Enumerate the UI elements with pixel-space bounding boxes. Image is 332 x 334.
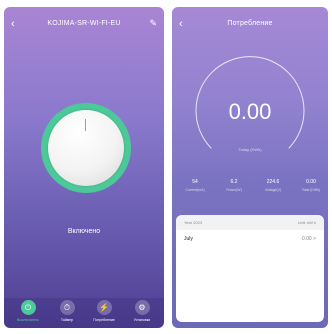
knob-indicator (85, 119, 86, 131)
stat-value: 224.6 (266, 179, 280, 185)
pencil-icon[interactable]: ✎ (149, 18, 157, 29)
today-value: 0.00 (228, 99, 272, 124)
consumption-screen: ‹ Потребление 0.00 Today (KWh) 54 Curren… (172, 7, 328, 328)
month-name: July (184, 236, 193, 242)
page-title: Потребление (227, 20, 273, 27)
nav-label: Установки (133, 318, 151, 322)
nav-item-timer[interactable]: ⏱ Таймер (47, 300, 87, 322)
stat-label: Voltage(V) (264, 188, 282, 192)
nav-label: Потребление (93, 318, 115, 322)
nav-label: Таймер (60, 318, 74, 322)
stat-label: Power(W) (226, 188, 242, 192)
nav-item-consumption[interactable]: ⚡ Потребление (84, 300, 124, 322)
stat-power: 6.2 Power(W) (219, 179, 249, 192)
stat-label: Total (KWh) (301, 188, 321, 192)
today-label: Today (KWh) (238, 147, 262, 152)
month-value: 0.00 > (301, 236, 316, 242)
stat-total: 0.00 Total (KWh) (296, 179, 326, 192)
year-label: Year 2023 (184, 220, 203, 225)
timer-icon: ⏱ (59, 300, 75, 315)
device-title: KOJIMA-SR-WI-FI-EU (47, 20, 121, 27)
stat-value: 54 (192, 179, 198, 185)
stat-voltage: 224.6 Voltage(V) (258, 179, 288, 192)
settings-icon: ⚙ (134, 300, 150, 315)
stat-current: 54 Current(mA) (180, 179, 210, 192)
power-knob[interactable] (48, 110, 124, 186)
stat-value: 0.00 (306, 179, 316, 185)
device-control-screen: ‹ KOJIMA-SR-WI-FI-EU ✎ Включено ⏻ Выключ… (4, 7, 164, 328)
bottom-nav: ⏻ Выключатель ⏱ Таймер ⚡ Потребление ⚙ У… (4, 298, 164, 328)
power-icon: ⏻ (20, 300, 36, 315)
history-card-header: Year 2023 Unit: kW.h (176, 215, 324, 230)
stat-value: 6.2 (230, 179, 238, 185)
nav-label: Выключатель (17, 318, 39, 322)
unit-label: Unit: kW.h (297, 220, 316, 225)
history-card: Year 2023 Unit: kW.h July 0.00 > (176, 215, 324, 322)
switch-state-label: Включено (67, 228, 101, 235)
stat-label: Current(mA) (185, 188, 205, 192)
lightning-icon: ⚡ (96, 300, 112, 315)
nav-item-settings[interactable]: ⚙ Установки (122, 300, 162, 322)
nav-item-switch[interactable]: ⏻ Выключатель (8, 300, 48, 322)
